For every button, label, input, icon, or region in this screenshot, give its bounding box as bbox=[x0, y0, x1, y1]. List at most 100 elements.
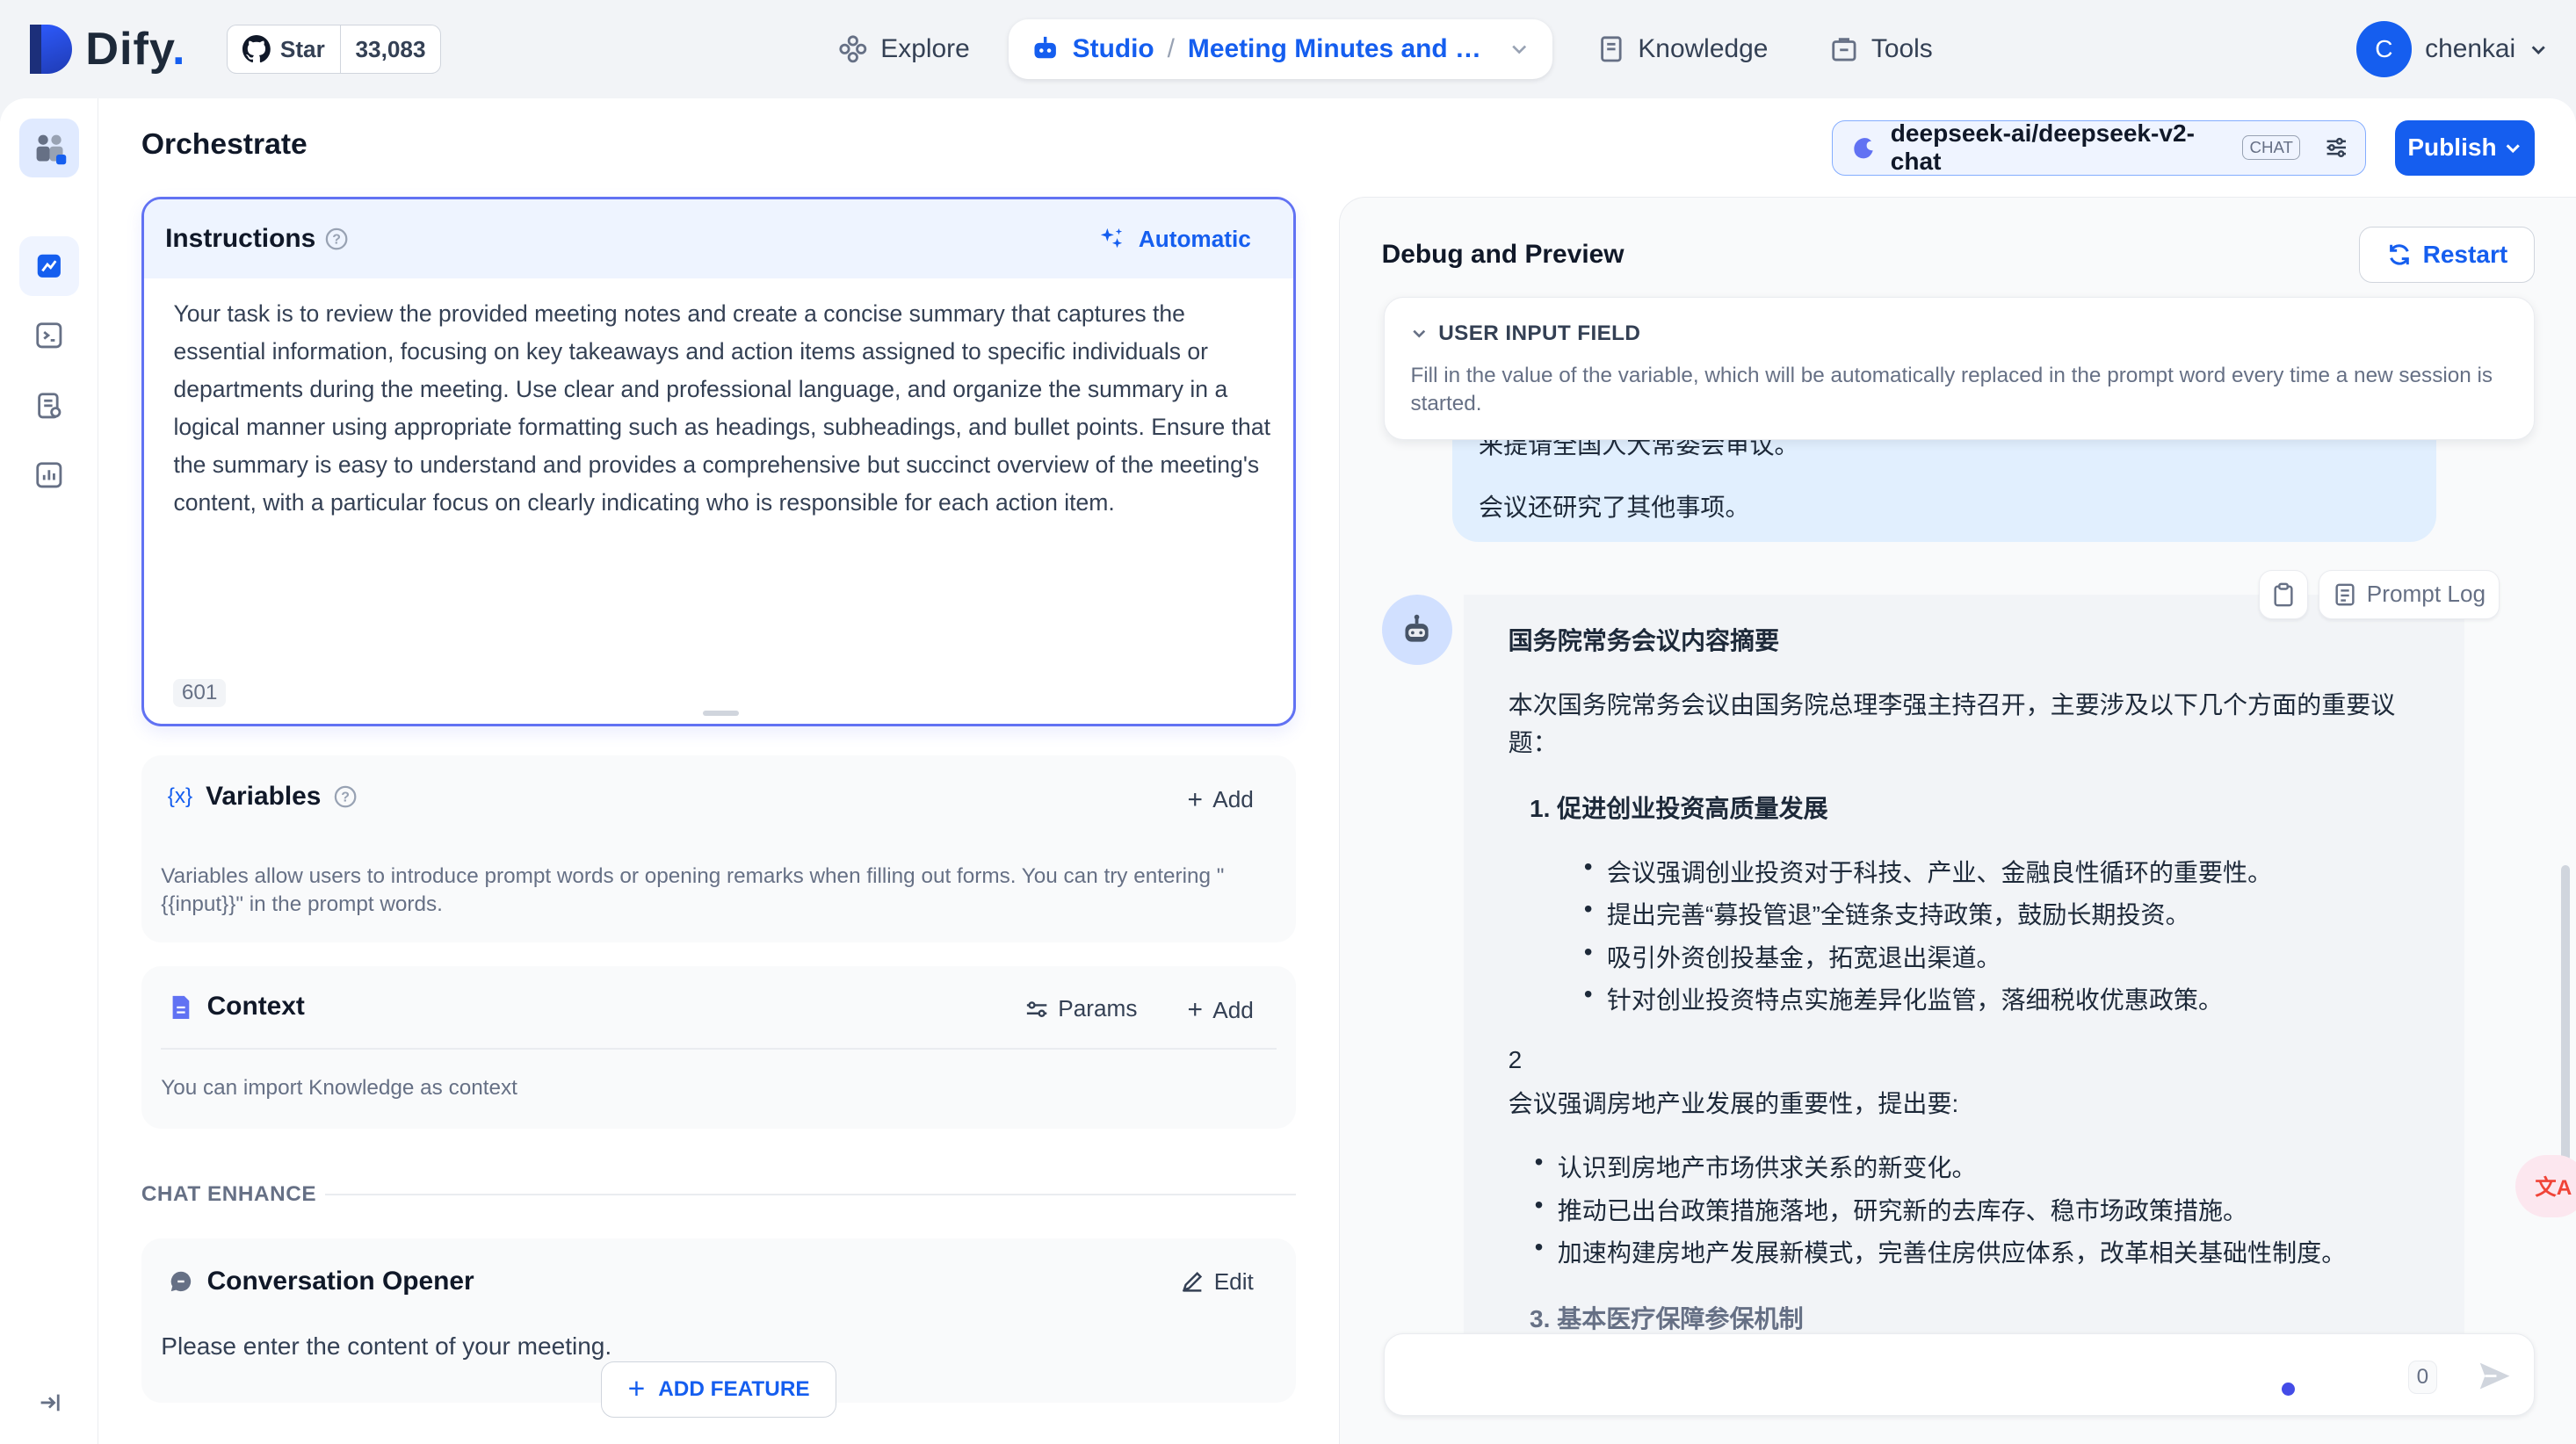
conversation-opener-text: Please enter the content of your meeting… bbox=[161, 1332, 612, 1360]
divider bbox=[161, 1048, 1277, 1050]
left-rail bbox=[0, 98, 99, 1444]
terminal-icon bbox=[36, 321, 62, 348]
rail-logs[interactable] bbox=[19, 376, 78, 435]
conversation-opener-edit-button[interactable]: Edit bbox=[1181, 1268, 1254, 1296]
settings-sliders-icon[interactable] bbox=[2324, 134, 2349, 161]
bot-intro-line: 本次国务院常务会议由国务院总理李强主持召开，主要涉及以下几个方面的重要议 bbox=[1508, 690, 2396, 718]
github-star-label: Star bbox=[279, 35, 325, 62]
chat-input[interactable]: 0 bbox=[1383, 1333, 2536, 1416]
instructions-title: Instructions bbox=[165, 224, 316, 254]
model-selector[interactable]: deepseek-ai/deepseek-v2-chat CHAT bbox=[1832, 119, 2366, 177]
nav-explore-label: Explore bbox=[880, 34, 970, 64]
list-item: 推动已出台政策措施落地，研究新的去库存、稳市场政策措施。 bbox=[1535, 1191, 2247, 1227]
user-input-field-description: Fill in the value of the variable, which… bbox=[1410, 364, 2493, 416]
message-tools: Prompt Log bbox=[2259, 569, 2500, 619]
plus-icon: + bbox=[1187, 784, 1204, 814]
context-add-button[interactable]: + Add bbox=[1188, 995, 1254, 1025]
add-feature-button[interactable]: + ADD FEATURE bbox=[601, 1361, 836, 1418]
rail-monitoring[interactable] bbox=[19, 445, 78, 504]
model-name: deepseek-ai/deepseek-v2-chat bbox=[1890, 119, 2195, 176]
translate-button[interactable]: 文A bbox=[2514, 1154, 2576, 1217]
resize-handle[interactable] bbox=[702, 710, 739, 716]
avatar: C bbox=[2355, 21, 2413, 77]
bot-intro-line: 题： bbox=[1508, 728, 1558, 756]
help-circle-icon[interactable]: ? bbox=[325, 227, 348, 250]
context-params-button[interactable]: Params bbox=[1025, 995, 1138, 1022]
debug-title: Debug and Preview bbox=[1381, 240, 1624, 270]
user-input-field-title: USER INPUT FIELD bbox=[1438, 321, 1641, 345]
explore-icon bbox=[839, 35, 866, 63]
variables-add-label: Add bbox=[1212, 786, 1254, 813]
chevron-down-icon bbox=[2531, 46, 2545, 54]
github-star-widget[interactable]: Star 33,083 bbox=[227, 25, 442, 75]
variables-add-button[interactable]: + Add bbox=[1188, 785, 1254, 815]
nav-knowledge-label: Knowledge bbox=[1638, 34, 1769, 64]
token-counter: 0 bbox=[2407, 1361, 2438, 1394]
divider bbox=[325, 1194, 1297, 1196]
model-mode-badge: CHAT bbox=[2241, 135, 2301, 161]
conversation-opener-title: Conversation Opener bbox=[206, 1266, 474, 1296]
dify-logo-mark bbox=[29, 25, 73, 75]
list-item: 提出完善“募投管退”全链条支持政策，鼓励长期投资。 bbox=[1584, 895, 2190, 931]
context-params-label: Params bbox=[1058, 995, 1138, 1022]
app-icon[interactable] bbox=[19, 118, 79, 177]
page-title: Orchestrate bbox=[141, 127, 308, 161]
user-input-field-panel[interactable]: USER INPUT FIELD Fill in the value of th… bbox=[1383, 297, 2536, 441]
prompt-log-button[interactable]: Prompt Log bbox=[2318, 569, 2500, 619]
restart-button[interactable]: Restart bbox=[2359, 227, 2536, 283]
github-star-count: 33,083 bbox=[355, 35, 426, 62]
nav-explore[interactable]: Explore bbox=[838, 25, 970, 74]
params-icon bbox=[1026, 1000, 1047, 1017]
publish-button[interactable]: Publish bbox=[2395, 119, 2536, 177]
chat-scrollbar[interactable] bbox=[2561, 865, 2570, 1162]
help-circle-icon[interactable]: ? bbox=[334, 785, 357, 808]
variables-title: Variables bbox=[206, 782, 322, 812]
file-list-icon bbox=[38, 393, 62, 419]
breadcrumb-separator: / bbox=[1167, 34, 1175, 64]
context-section: Context Params + Add You can import Know… bbox=[141, 965, 1297, 1129]
nav-studio[interactable]: Studio / Meeting Minutes and Su... bbox=[1009, 19, 1553, 79]
app-name[interactable]: Meeting Minutes and Su... bbox=[1188, 34, 1488, 64]
nav-knowledge[interactable]: Knowledge bbox=[1597, 25, 1769, 74]
user-menu[interactable]: C chenkai bbox=[2355, 21, 2549, 77]
user-message: 来提请全国人大常委会审议。 会议还研究了其他事项。 bbox=[1452, 440, 2437, 543]
people-icon bbox=[36, 134, 66, 164]
briefcase-icon bbox=[1832, 38, 1856, 61]
document-icon bbox=[172, 995, 190, 1019]
bar-chart-icon bbox=[36, 461, 62, 487]
list-item: 认识到房地产市场供求关系的新变化。 bbox=[1535, 1148, 1977, 1184]
chat-bubble-icon bbox=[170, 1271, 191, 1291]
nav-tools[interactable]: Tools bbox=[1830, 25, 1933, 74]
user-name: chenkai bbox=[2425, 34, 2516, 64]
list-item: 针对创业投资特点实施差异化监管，落细税收优惠政策。 bbox=[1584, 980, 2223, 1016]
automatic-button[interactable]: Automatic bbox=[1099, 226, 1251, 253]
github-icon bbox=[242, 35, 271, 63]
send-icon[interactable] bbox=[2477, 1358, 2513, 1394]
rail-orchestrate[interactable] bbox=[19, 236, 79, 296]
prompt-textarea[interactable]: Your task is to review the provided meet… bbox=[173, 295, 1270, 522]
svg-text:?: ? bbox=[342, 791, 351, 805]
refresh-icon bbox=[2390, 244, 2410, 265]
deepseek-icon bbox=[1854, 138, 1873, 159]
bot-section-title: 3. 基本医疗保障参保机制 bbox=[1529, 1305, 1804, 1333]
bot-section-title: 会议强调房地产业发展的重要性，提出要: bbox=[1508, 1090, 1959, 1118]
automatic-label: Automatic bbox=[1138, 226, 1251, 253]
cursor-dot bbox=[2281, 1382, 2295, 1396]
chevron-down-icon[interactable] bbox=[1410, 324, 1429, 343]
copy-button[interactable] bbox=[2259, 569, 2309, 619]
plus-icon: + bbox=[627, 1373, 646, 1405]
github-star-button[interactable]: Star bbox=[228, 25, 341, 74]
rail-api-access[interactable] bbox=[19, 306, 78, 365]
dify-logo[interactable]: Dify. bbox=[29, 23, 186, 76]
instructions-header: Instructions ? Automatic bbox=[143, 199, 1294, 279]
instructions-panel[interactable]: Instructions ? Automatic Your task is to… bbox=[141, 197, 1297, 726]
logo-text: Dify bbox=[85, 24, 172, 76]
add-feature-label: ADD FEATURE bbox=[658, 1377, 810, 1401]
robot-icon bbox=[1405, 614, 1429, 642]
context-add-label: Add bbox=[1212, 996, 1254, 1023]
char-count: 601 bbox=[173, 679, 226, 708]
chevron-down-icon[interactable] bbox=[1509, 38, 1530, 61]
bot-section-title: 1. 促进创业投资高质量发展 bbox=[1529, 794, 1828, 822]
rail-collapse[interactable] bbox=[19, 1373, 78, 1432]
bot-heading: 国务院常务会议内容摘要 bbox=[1508, 626, 1780, 654]
